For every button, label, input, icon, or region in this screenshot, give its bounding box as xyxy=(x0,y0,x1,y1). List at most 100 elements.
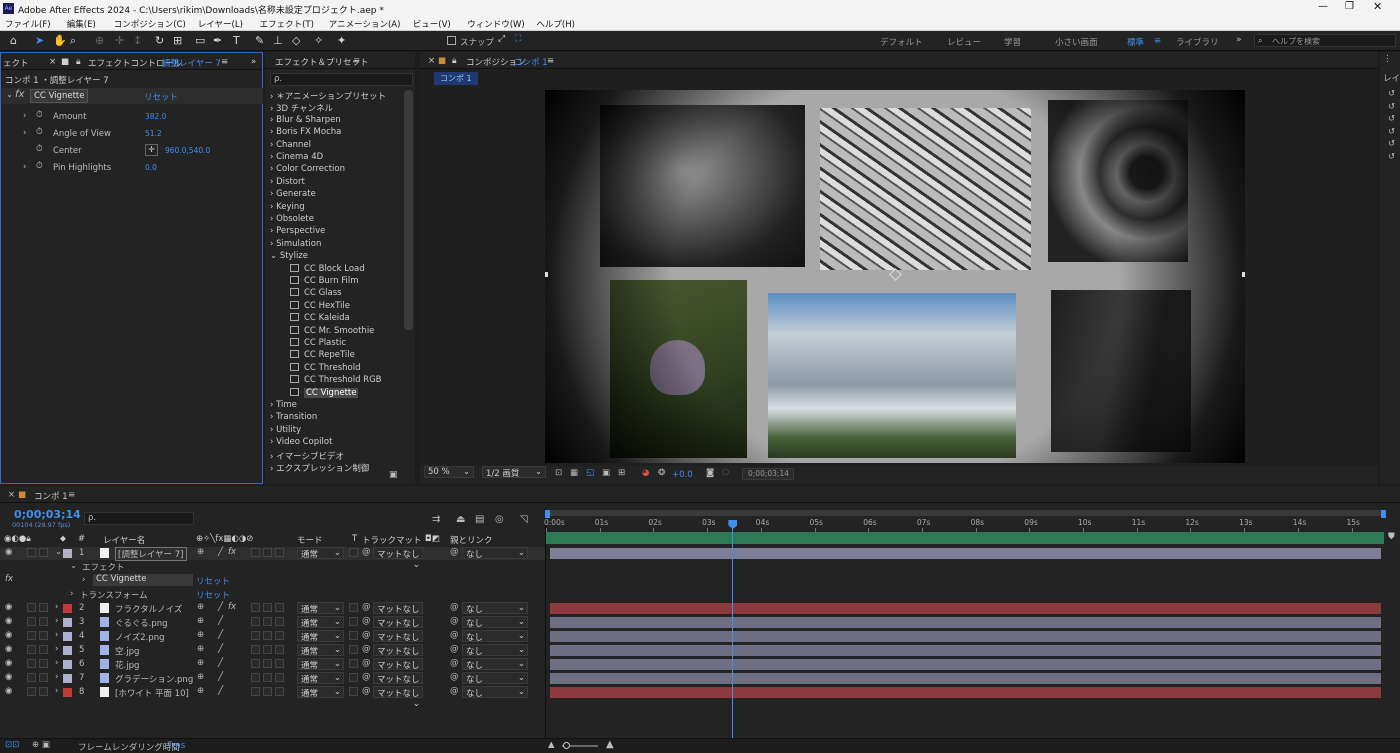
comp-viewer[interactable] xyxy=(545,90,1245,463)
layer-duration-bar[interactable] xyxy=(550,548,1381,559)
fx-toggle-icon[interactable]: fx xyxy=(15,89,24,100)
panel-menu-icon[interactable]: ≡ xyxy=(547,56,554,66)
workspace-tab[interactable]: ライブラリ xyxy=(1176,36,1219,48)
layer-duration-bar[interactable] xyxy=(550,645,1381,656)
snap-option-icon[interactable]: ⤢ xyxy=(498,34,505,44)
audio-switch[interactable] xyxy=(27,617,36,626)
track-matte-dropdown[interactable]: マットなし⌄ xyxy=(373,644,423,667)
expand-arrow-icon[interactable]: ⌄ xyxy=(55,547,62,557)
effect-category[interactable]: › Obsolete xyxy=(270,214,314,224)
exposure-icon[interactable]: ❂ xyxy=(658,468,665,478)
guides-icon[interactable]: ▣ xyxy=(602,468,610,478)
effect-category[interactable]: ⌄ Stylize xyxy=(270,251,308,261)
preserve-transparency[interactable] xyxy=(349,548,358,557)
timeline-tab[interactable]: コンポ 1 xyxy=(34,490,68,502)
frame-blend-icon[interactable]: ▤ xyxy=(475,514,484,525)
zoom-in-icon[interactable]: ▲ xyxy=(606,739,614,750)
layer-switch[interactable] xyxy=(263,687,272,696)
effect-item[interactable]: CC Vignette xyxy=(268,386,400,399)
eye-icon[interactable]: ◉ xyxy=(5,630,12,640)
shy-switch-icon[interactable]: ⊕ xyxy=(197,630,204,640)
preserve-transparency[interactable] xyxy=(349,687,358,696)
label-color-swatch[interactable] xyxy=(63,660,72,669)
layer-switch[interactable] xyxy=(251,603,260,612)
layer-switch[interactable] xyxy=(275,687,284,696)
zoom-tool-icon[interactable]: ⌕ xyxy=(70,34,76,48)
stopwatch-icon[interactable]: ⏱︎ xyxy=(36,144,43,154)
track-matte-pickwhip-icon[interactable]: @ xyxy=(362,644,371,654)
menu-item[interactable]: コンポジション(C) xyxy=(114,18,186,30)
effect-category[interactable]: › Distort xyxy=(270,177,305,187)
render-status-icons[interactable]: ⊡⊡ xyxy=(5,740,19,750)
lock2-icon[interactable]: 🔒︎ xyxy=(76,57,81,67)
zoom-slider-knob[interactable] xyxy=(563,742,570,749)
shy-switch-icon[interactable]: ⊕ xyxy=(197,644,204,654)
effect-param-row[interactable]: › ⏱︎ Angle of View 51.2 xyxy=(1,127,263,143)
work-area-bar[interactable] xyxy=(548,510,1384,516)
close-tab-icon[interactable]: × xyxy=(428,56,435,66)
parent-dropdown[interactable]: なし ⌄ xyxy=(462,547,528,560)
collapse-arrow-icon[interactable]: › xyxy=(55,630,58,640)
layer-switch[interactable] xyxy=(263,659,272,668)
effect-item[interactable]: CC HexTile xyxy=(290,300,350,311)
lock-icon[interactable]: 🔒︎ xyxy=(452,56,457,66)
home-icon[interactable]: ⌂ xyxy=(10,34,17,47)
layer-name[interactable]: [ホワイト 平面 10] xyxy=(115,687,189,699)
track-matte-dropdown[interactable]: マットなし⌄ xyxy=(373,547,423,570)
layer-switch[interactable] xyxy=(263,548,272,557)
eye-icon[interactable]: ◉ xyxy=(5,547,12,557)
effect-category[interactable]: › Color Correction xyxy=(270,164,345,174)
layer-switch[interactable] xyxy=(251,659,260,668)
audio-switch[interactable] xyxy=(27,548,36,557)
preserve-transparency[interactable] xyxy=(349,631,358,640)
layer-switch[interactable] xyxy=(263,645,272,654)
effect-item[interactable]: CC Threshold RGB xyxy=(290,375,382,385)
workspace-tab[interactable]: 標準 xyxy=(1127,36,1144,48)
workspace-menu-icon[interactable]: ≡ xyxy=(1154,36,1161,46)
parent-dropdown[interactable]: なし ⌄ xyxy=(462,644,528,657)
effect-category[interactable]: › Simulation xyxy=(270,239,321,249)
comp-timecode[interactable]: 0;00;03;14 xyxy=(742,468,794,480)
track-matte-dropdown[interactable]: マットなし⌄ xyxy=(373,616,423,639)
effect-category[interactable]: › Time xyxy=(270,400,297,410)
track-matte-dropdown[interactable]: マットなし⌄ xyxy=(373,602,423,625)
effect-category[interactable]: › Cinema 4D xyxy=(270,152,323,162)
snap-checkbox[interactable] xyxy=(447,36,456,45)
layer-switch[interactable] xyxy=(251,617,260,626)
workspace-tab[interactable]: デフォルト xyxy=(880,36,923,48)
menu-item[interactable]: ビュー(V) xyxy=(413,18,451,30)
comp-flowchart-icon[interactable]: ⇉ xyxy=(432,514,440,525)
effect-category[interactable]: › Channel xyxy=(270,140,311,150)
quality-switch-icon[interactable]: ╱ xyxy=(218,658,223,668)
collapse-arrow-icon[interactable]: › xyxy=(55,602,58,612)
quality-dropdown[interactable]: 1/2 画質 ⌄ xyxy=(482,466,546,479)
layer-name[interactable]: ノイズ2.png xyxy=(115,631,165,643)
expand-panel-icon[interactable]: » xyxy=(251,57,256,67)
effect-category[interactable]: › ＊アニメーションプリセット xyxy=(270,90,386,102)
effect-category[interactable]: › Boris FX Mocha xyxy=(270,127,341,137)
layer-duration-bar[interactable] xyxy=(550,659,1381,670)
layer-handle-left[interactable] xyxy=(545,272,548,277)
workspace-tab[interactable]: 小さい画面 xyxy=(1055,36,1098,48)
roto-tool-icon[interactable]: ✧ xyxy=(314,34,323,47)
new-folder-icon[interactable]: ▣ xyxy=(389,470,398,480)
fx-switch-icon[interactable]: fx xyxy=(228,547,236,557)
shy-switch-icon[interactable]: ⊕ xyxy=(197,686,204,696)
mode-dropdown[interactable]: 通常 ⌄ xyxy=(297,616,344,629)
label-color-swatch[interactable] xyxy=(63,674,72,683)
expand-arrow-icon[interactable]: › xyxy=(70,589,73,599)
layer-switch[interactable] xyxy=(263,673,272,682)
fx-icon[interactable]: fx xyxy=(5,574,13,584)
track-matte-pickwhip-icon[interactable]: @ xyxy=(362,602,371,612)
menu-item[interactable]: ヘルプ(H) xyxy=(536,18,575,30)
panel-menu-icon[interactable]: ≡ xyxy=(221,57,228,67)
zoom-dropdown[interactable]: 50 % ⌄ xyxy=(424,466,474,478)
layer-duration-bar[interactable] xyxy=(550,631,1381,642)
solo-switch[interactable] xyxy=(39,548,48,557)
layer-duration-bar[interactable] xyxy=(550,673,1381,684)
collapse-arrow-icon[interactable]: › xyxy=(55,686,58,696)
eye-icon[interactable]: ◉ xyxy=(5,616,12,626)
snap-grid-icon[interactable]: ⛶ xyxy=(515,34,521,44)
track-matte-pickwhip-icon[interactable]: @ xyxy=(362,616,371,626)
timeline-search-input[interactable]: ρ. xyxy=(84,512,194,525)
